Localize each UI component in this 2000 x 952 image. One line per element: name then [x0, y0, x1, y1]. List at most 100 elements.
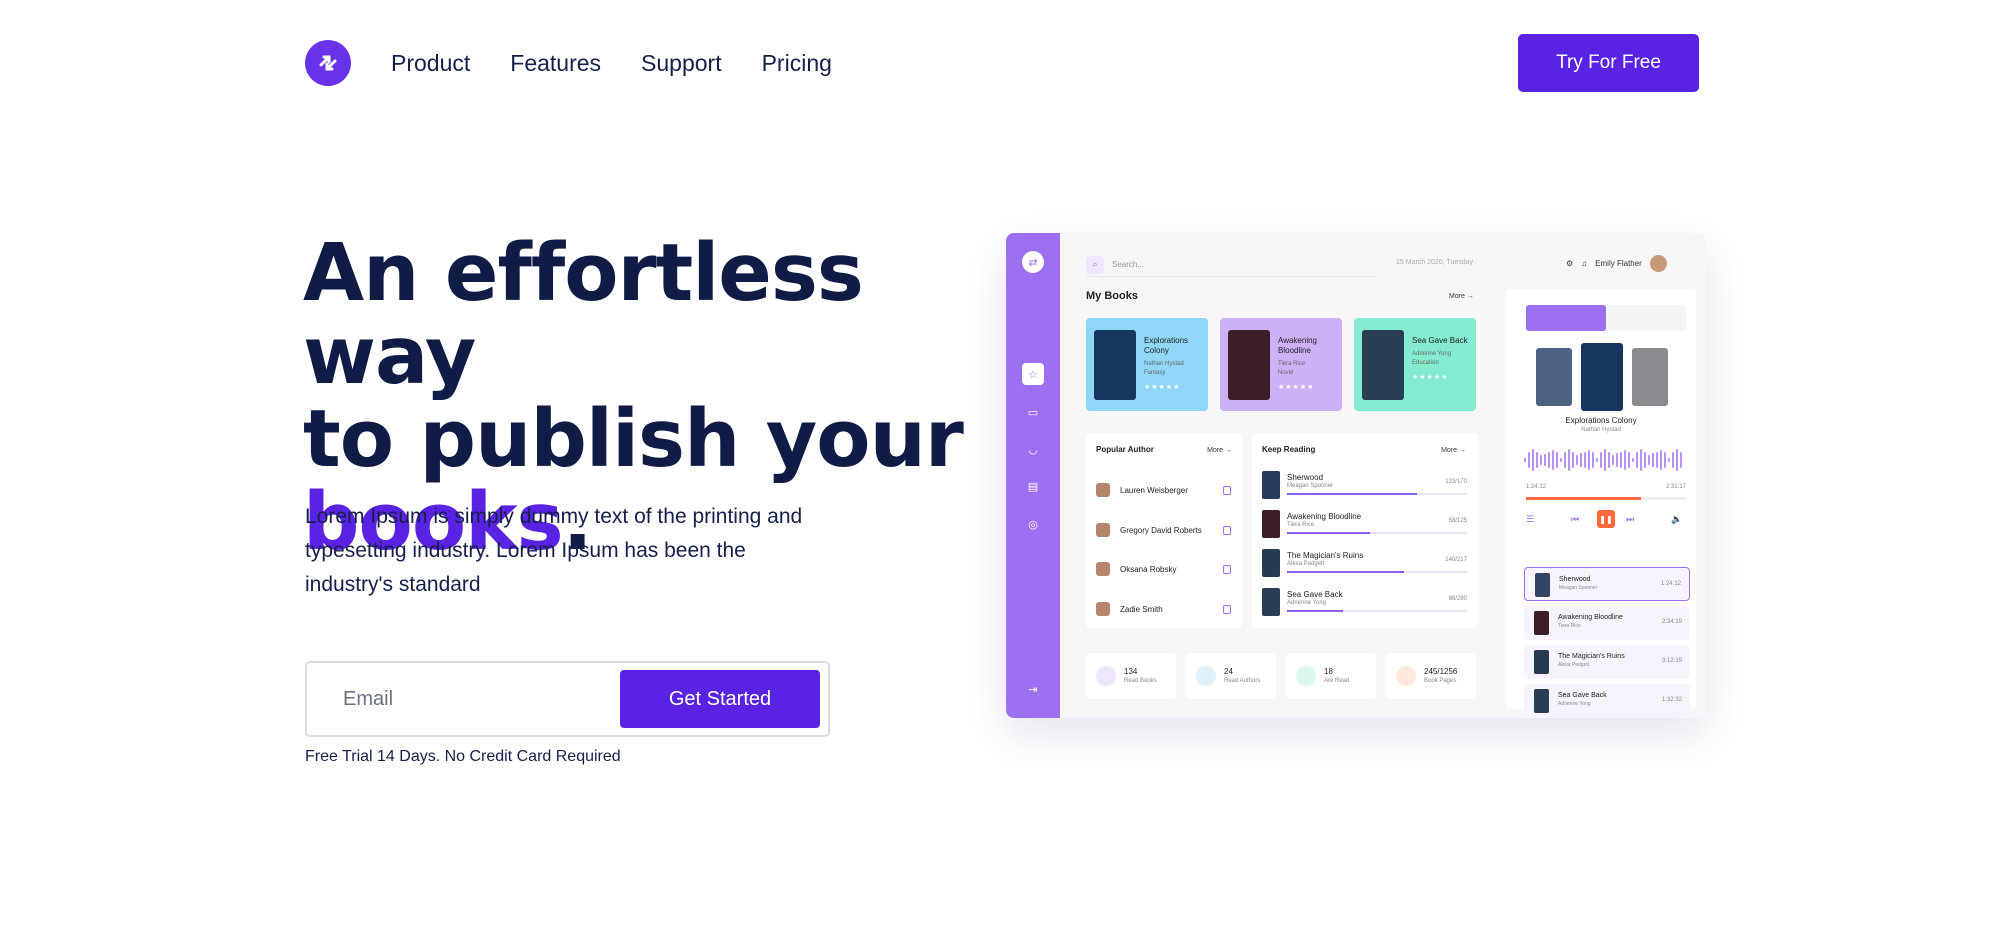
queue-item: The Magician's Ruins Alexa Padgett 3:12:…: [1524, 645, 1690, 679]
reading-row: The Magician's Ruins Alexa Padgett 140/2…: [1262, 549, 1467, 581]
waveform-bar: [1668, 457, 1670, 463]
dashboard-topbar: ⌕ Search... 15 March 2020, Tuesday ⚙ ♫ E…: [1086, 253, 1696, 277]
waveform-bar: [1628, 451, 1630, 469]
waveform-bar: [1552, 450, 1554, 470]
logo-arrows-icon: [319, 55, 337, 71]
waveform-bar: [1632, 457, 1634, 463]
forward-icon: ⏭: [1626, 514, 1635, 524]
dashboard-logo-icon: ⇄: [1022, 251, 1044, 273]
queue-item: Awakening Bloodline Tiera Rice 2:34:19: [1524, 606, 1690, 640]
book-cover: [1094, 330, 1136, 400]
stat-card: 245/1256 Book Pages: [1386, 653, 1476, 699]
waveform-bar: [1572, 452, 1574, 468]
volume-icon: 🔈: [1671, 514, 1683, 524]
waveform-bar: [1576, 454, 1578, 466]
now-playing-author: Nathan Hystad: [1581, 427, 1621, 433]
stat-card: 134 Read Books: [1086, 653, 1176, 699]
player-progress: [1526, 497, 1686, 500]
now-playing-title: Explorations Colony: [1565, 416, 1637, 425]
waveform-bar: [1560, 457, 1562, 463]
waveform-bar: [1644, 452, 1646, 468]
author-row: Oksana Robsky: [1096, 562, 1231, 576]
waveform-bar: [1540, 454, 1542, 466]
calendar-icon: ▤: [1027, 480, 1039, 493]
waveform-bar: [1648, 454, 1650, 465]
time-elapsed: 1:24:12: [1526, 484, 1547, 490]
globe-icon: ◎: [1028, 518, 1038, 531]
my-books-title: My Books: [1086, 290, 1138, 302]
brand-logo[interactable]: [305, 40, 351, 86]
author-row: Gregory David Roberts: [1096, 523, 1231, 537]
hero-description: Lorem Ipsum is simply dummy text of the …: [305, 505, 803, 596]
top-nav: Product Features Support Pricing Try For…: [305, 34, 1705, 92]
waveform-bar: [1656, 451, 1658, 469]
author-row: Lauren Weisberger: [1096, 483, 1231, 497]
rewind-icon: ⏮: [1571, 514, 1580, 524]
waveform-bar: [1652, 453, 1654, 467]
book-info: Explorations Colony Nathan Hystad Fantas…: [1144, 336, 1189, 391]
popular-author-panel: Popular Author More → Lauren Weisberger …: [1086, 433, 1242, 628]
inbox-icon: ◡: [1028, 443, 1038, 456]
dashboard-user: ⚙ ♫ Emily Flather: [1566, 255, 1667, 272]
dashboard-date: 15 March 2020, Tuesday: [1396, 259, 1474, 266]
book-cover: [1228, 330, 1270, 400]
nav-features-link[interactable]: Features: [510, 50, 601, 77]
waveform-bar: [1660, 450, 1662, 470]
queue-item: Sherwood Meagan Spooner 1:24:12: [1524, 567, 1690, 601]
dashboard-search-placeholder: Search...: [1112, 260, 1145, 269]
signup-form: Get Started: [305, 661, 830, 737]
hero-title-line2: to publish your: [303, 393, 964, 485]
book-info: Awakening Bloodline Tiera Rice Novel ★★★…: [1278, 336, 1317, 391]
waveform-bar: [1612, 454, 1614, 466]
waveform-bar: [1608, 452, 1610, 468]
bell-icon: ♫: [1581, 259, 1588, 268]
keep-reading-more: More →: [1441, 447, 1466, 454]
reading-row: Sherwood Meagan Spooner 123/170: [1262, 471, 1467, 503]
waveform-bar: [1672, 452, 1674, 468]
reading-row: Sea Gave Back Adrienne Yong 86/280: [1262, 588, 1467, 620]
waveform-bar: [1596, 457, 1598, 463]
waveform-bar: [1556, 451, 1558, 469]
nav-product-link[interactable]: Product: [391, 50, 470, 77]
book-info: Sea Gave Back Adrienne Yong Education ★★…: [1412, 336, 1468, 381]
card-icon: ▭: [1027, 406, 1039, 419]
book-cover: [1581, 343, 1623, 411]
hero-title-line1: An effortless way: [303, 227, 864, 402]
book-card: Awakening Bloodline Tiera Rice Novel ★★★…: [1220, 318, 1342, 411]
avatar: [1649, 255, 1667, 272]
waveform-bar: [1604, 449, 1606, 471]
waveform-bar: [1544, 453, 1546, 467]
waveform-bar: [1676, 449, 1678, 471]
email-field[interactable]: [343, 681, 563, 717]
stat-card: 18 Are Read: [1286, 653, 1376, 699]
nav-links: Product Features Support Pricing: [391, 50, 832, 77]
logout-icon: ⇥: [1028, 683, 1038, 696]
waveform-bar: [1564, 452, 1566, 468]
waveform-bar: [1528, 452, 1530, 468]
book-card: Sea Gave Back Adrienne Yong Education ★★…: [1354, 318, 1476, 411]
popular-author-title: Popular Author: [1096, 445, 1154, 454]
waveform-bar: [1680, 452, 1682, 468]
try-for-free-button[interactable]: Try For Free: [1518, 34, 1699, 92]
waveform-bar: [1524, 458, 1526, 462]
nav-support-link[interactable]: Support: [641, 50, 722, 77]
keep-reading-panel: Keep Reading More → Sherwood Meagan Spoo…: [1252, 433, 1478, 628]
audio-waveform: [1524, 449, 1688, 471]
book-cover: [1632, 348, 1668, 406]
waveform-bar: [1548, 451, 1550, 469]
nav-pricing-link[interactable]: Pricing: [762, 50, 832, 77]
list-icon: ☰: [1526, 514, 1535, 524]
trial-note: Free Trial 14 Days. No Credit Card Requi…: [305, 748, 621, 765]
waveform-bar: [1664, 451, 1666, 469]
waveform-bar: [1592, 451, 1594, 469]
get-started-button[interactable]: Get Started: [620, 670, 820, 728]
settings-icon: ⚙: [1566, 259, 1574, 268]
dashboard-sidebar: ⇄ ☆ ▭ ◡ ▤ ◎ ⇥: [1006, 233, 1060, 718]
keep-reading-title: Keep Reading: [1262, 445, 1316, 454]
popular-author-more: More →: [1207, 447, 1232, 454]
waveform-bar: [1588, 450, 1590, 470]
pause-icon: ❚❚: [1597, 510, 1615, 528]
tab-audio: [1526, 305, 1606, 331]
waveform-bar: [1636, 452, 1638, 468]
author-row: Zadie Smith: [1096, 602, 1231, 616]
